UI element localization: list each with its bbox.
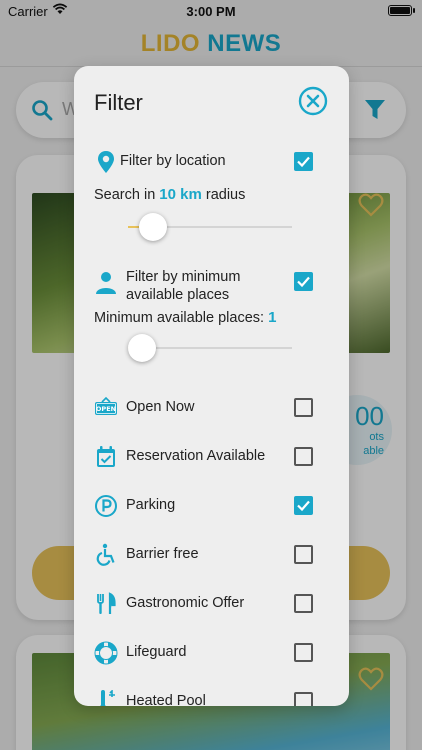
calendar-check-icon <box>97 446 115 467</box>
option-checkbox[interactable] <box>294 643 313 662</box>
min-places-slider[interactable] <box>128 333 292 363</box>
filter-title: Filter <box>94 90 143 115</box>
open-sign-icon: OPEN <box>95 396 117 415</box>
min-places-text: Minimum available places: 1 <box>94 309 276 326</box>
option-checkbox[interactable] <box>294 545 313 564</box>
person-icon <box>96 272 116 294</box>
lifebuoy-icon <box>94 641 118 665</box>
wheelchair-icon <box>96 543 115 566</box>
option-label: Open Now <box>126 399 195 415</box>
checkmark-icon <box>297 500 310 512</box>
filter-min-places-label: Filter by minimum available places <box>126 269 241 303</box>
option-checkbox[interactable] <box>294 398 313 417</box>
checkmark-icon <box>297 156 310 168</box>
min-places-value: 1 <box>268 309 277 326</box>
option-checkbox[interactable] <box>294 692 313 706</box>
close-icon[interactable] <box>298 86 328 116</box>
radius-text: Search in 10 km radius <box>94 186 245 203</box>
option-checkbox[interactable] <box>294 594 313 613</box>
option-checkbox[interactable] <box>294 496 313 515</box>
filter-min-places-checkbox[interactable] <box>294 272 313 291</box>
option-label: Lifeguard <box>126 644 187 660</box>
fork-knife-icon <box>97 592 116 614</box>
location-pin-icon <box>98 151 114 173</box>
slider-thumb[interactable] <box>138 213 167 241</box>
option-checkbox[interactable] <box>294 447 313 466</box>
option-label: Barrier free <box>126 546 199 562</box>
filter-location-checkbox[interactable] <box>294 152 313 171</box>
option-label: Gastronomic Offer <box>126 595 245 611</box>
option-label: Reservation Available <box>126 448 266 464</box>
min-places-prefix: Minimum available places: <box>94 310 265 326</box>
filter-dialog: Filter Filter by location Search in 10 k… <box>74 66 349 706</box>
parking-icon <box>95 495 117 517</box>
filter-location-label: Filter by location <box>120 153 226 169</box>
thermometer-icon <box>100 690 115 706</box>
checkmark-icon <box>297 276 310 288</box>
radius-prefix: Search in <box>94 187 156 203</box>
svg-text:OPEN: OPEN <box>96 405 116 413</box>
option-label: Heated Pool <box>126 693 206 706</box>
option-label: Parking <box>126 497 176 513</box>
radius-slider[interactable] <box>128 212 292 242</box>
radius-suffix: radius <box>205 187 246 203</box>
radius-value: 10 km <box>159 186 202 203</box>
slider-thumb[interactable] <box>128 334 156 362</box>
